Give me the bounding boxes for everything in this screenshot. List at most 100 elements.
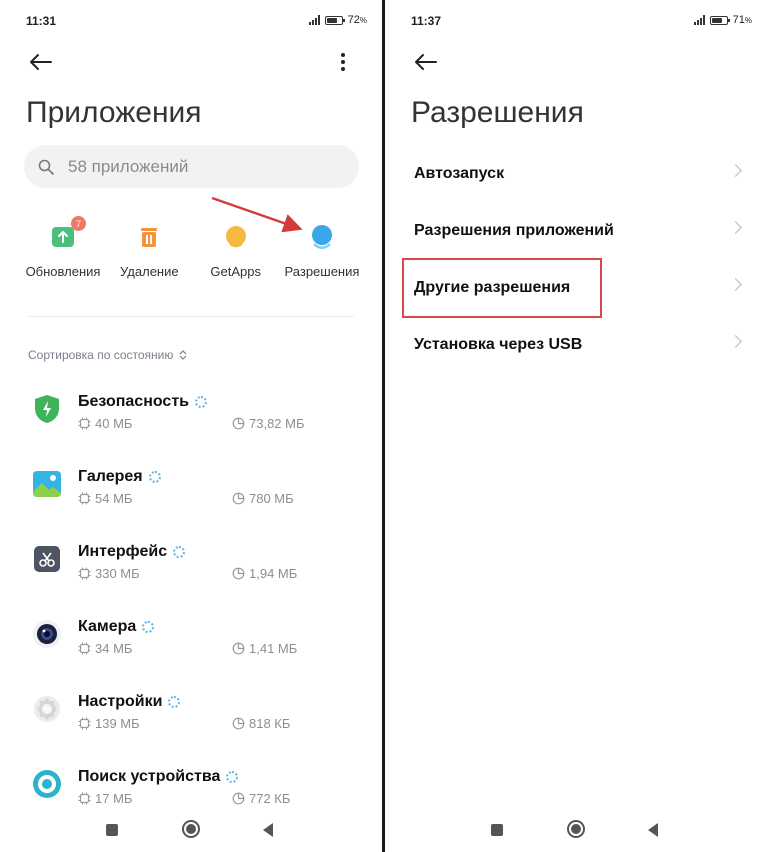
chevron-right-icon <box>729 335 742 348</box>
arrow-left-icon <box>415 54 437 70</box>
page-title: Разрешения <box>411 96 584 129</box>
app-name: Безопасность <box>78 393 189 410</box>
sort-chevron-icon <box>179 350 187 360</box>
permission-item-app-permissions[interactable]: Разрешения приложений <box>385 202 768 259</box>
app-list: Безопасность 40 МБ 73,82 МБ Галерея 54 М… <box>0 380 383 830</box>
battery-icon <box>324 15 345 25</box>
page-title: Приложения <box>26 96 202 129</box>
system-back-button[interactable] <box>263 823 273 837</box>
find-device-icon <box>33 770 61 798</box>
camera-icon <box>33 620 61 648</box>
loading-icon <box>226 771 239 783</box>
sort-label: Сортировка по состоянию <box>28 348 174 362</box>
status-bar: 11:31 72% <box>26 14 367 28</box>
status-time: 11:31 <box>26 14 57 28</box>
chevron-right-icon <box>729 164 742 177</box>
chip-icon <box>78 417 91 430</box>
back-button[interactable] <box>409 48 441 76</box>
list-item[interactable]: Галерея 54 МБ 780 МБ <box>0 455 383 530</box>
permission-item-usb-install[interactable]: Установка через USB <box>385 316 768 373</box>
chip-icon <box>78 492 91 505</box>
battery-percent: 72 <box>347 14 360 26</box>
app-cache: 818 КБ <box>249 716 291 731</box>
list-item[interactable]: Камера 34 МБ 1,41 МБ <box>0 605 383 680</box>
app-name: Галерея <box>78 468 143 485</box>
quick-action-updates[interactable]: 7 Обновления <box>20 216 106 279</box>
app-cache: 73,82 МБ <box>249 416 305 431</box>
update-icon: 7 <box>48 216 86 252</box>
app-cache: 772 КБ <box>249 791 291 806</box>
apps-screen: 11:31 72% Приложения 7 Обновления <box>0 0 383 852</box>
permission-item-autostart[interactable]: Автозапуск <box>385 145 768 202</box>
app-storage: 139 МБ <box>95 716 140 731</box>
annotation-arrow <box>211 196 303 233</box>
app-name: Камера <box>78 618 137 635</box>
permissions-screen: 11:37 71% Разрешения Автозапуск Разрешен… <box>385 0 768 852</box>
app-storage: 40 МБ <box>95 416 133 431</box>
app-cache: 1,94 МБ <box>249 566 298 581</box>
chip-icon <box>78 792 91 805</box>
app-name: Поиск устройства <box>78 768 221 785</box>
system-nav-bar <box>0 806 383 852</box>
permissions-icon <box>307 222 337 252</box>
loading-icon <box>194 396 207 408</box>
loading-icon <box>142 621 155 633</box>
app-cache: 1,41 МБ <box>249 641 298 656</box>
quick-action-uninstall[interactable]: Удаление <box>106 222 192 279</box>
settings-gear-icon <box>34 696 60 722</box>
quick-action-label: Обновления <box>25 264 101 279</box>
back-button[interactable] <box>24 48 56 76</box>
list-item[interactable]: Интерфейс 330 МБ 1,94 МБ <box>0 530 383 605</box>
search-bar[interactable] <box>24 145 359 188</box>
security-shield-icon <box>35 395 59 423</box>
app-name: Настройки <box>78 693 163 710</box>
divider <box>28 316 354 317</box>
gallery-icon <box>33 471 61 497</box>
pie-icon <box>232 567 245 580</box>
quick-actions: 7 Обновления Удаление GetApps Разрешения <box>20 216 365 279</box>
app-storage: 54 МБ <box>95 491 133 506</box>
more-options-button[interactable] <box>331 48 355 76</box>
pie-icon <box>232 792 245 805</box>
search-icon <box>38 159 54 175</box>
chip-icon <box>78 642 91 655</box>
system-nav-bar <box>385 806 768 852</box>
quick-action-label: GetApps <box>210 264 261 279</box>
app-name: Интерфейс <box>78 543 168 560</box>
home-button[interactable] <box>567 820 585 838</box>
recents-button[interactable] <box>491 824 503 836</box>
app-storage: 330 МБ <box>95 566 140 581</box>
status-bar: 11:37 71% <box>411 14 752 28</box>
pie-icon <box>232 642 245 655</box>
pie-icon <box>232 717 245 730</box>
quick-action-label: Удаление <box>120 264 179 279</box>
battery-icon <box>709 15 730 25</box>
system-back-button[interactable] <box>648 823 658 837</box>
app-cache: 780 МБ <box>249 491 294 506</box>
status-time: 11:37 <box>411 14 442 28</box>
loading-icon <box>148 471 161 483</box>
annotation-highlight-box <box>402 258 602 318</box>
chevron-right-icon <box>729 278 742 291</box>
chip-icon <box>78 717 91 730</box>
arrow-left-icon <box>30 54 52 70</box>
loading-icon <box>168 696 181 708</box>
app-storage: 34 МБ <box>95 641 133 656</box>
home-button[interactable] <box>182 820 200 838</box>
quick-action-label: Разрешения <box>284 264 360 279</box>
trash-icon <box>134 222 164 252</box>
signal-icon <box>693 15 705 25</box>
battery-percent: 71 <box>732 14 745 26</box>
recents-button[interactable] <box>106 824 118 836</box>
sort-selector[interactable]: Сортировка по состоянию <box>28 348 187 362</box>
list-item[interactable]: Безопасность 40 МБ 73,82 МБ <box>0 380 383 455</box>
pie-icon <box>232 417 245 430</box>
search-input[interactable] <box>68 156 328 177</box>
list-item[interactable]: Настройки 139 МБ 818 КБ <box>0 680 383 755</box>
permission-label: Автозапуск <box>414 164 505 182</box>
loading-icon <box>173 546 186 558</box>
pie-icon <box>232 492 245 505</box>
app-storage: 17 МБ <box>95 791 133 806</box>
interface-icon <box>34 546 60 572</box>
permission-label: Разрешения приложений <box>414 221 614 239</box>
